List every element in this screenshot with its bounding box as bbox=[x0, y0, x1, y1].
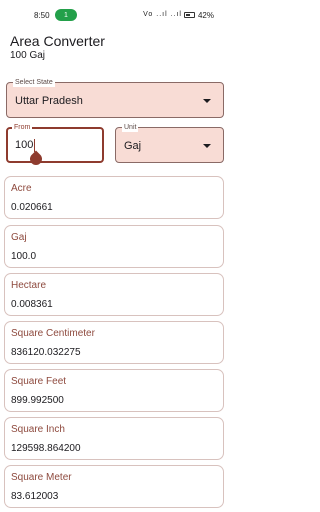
result-card-gaj: Gaj 100.0 bbox=[4, 225, 224, 268]
unit-dropdown[interactable]: Unit Gaj bbox=[115, 123, 224, 163]
status-time: 8:50 bbox=[34, 11, 50, 20]
result-unit: Gaj bbox=[11, 232, 27, 243]
from-input-label: From bbox=[12, 123, 33, 132]
result-unit: Acre bbox=[11, 183, 32, 194]
result-card-hectare: Hectare 0.008361 bbox=[4, 273, 224, 316]
result-unit: Hectare bbox=[11, 280, 47, 291]
result-card-square-inch: Square Inch 129598.864200 bbox=[4, 417, 224, 460]
status-bar: 8:50 1 Vo ..ıl ..ıl 42% bbox=[0, 0, 230, 30]
state-dropdown-value: Uttar Pradesh bbox=[15, 95, 83, 107]
notification-chip: 1 bbox=[55, 9, 77, 21]
result-value: 0.020661 bbox=[11, 202, 53, 213]
result-value: 83.612003 bbox=[11, 491, 59, 502]
result-unit: Square Feet bbox=[11, 376, 67, 387]
result-value: 899.992500 bbox=[11, 395, 64, 406]
unit-dropdown-value: Gaj bbox=[124, 140, 142, 152]
result-value: 100.0 bbox=[11, 251, 37, 262]
signal-icon: Vo ..ıl ..ıl bbox=[143, 11, 182, 18]
result-unit: Square Meter bbox=[11, 472, 72, 483]
battery-level: 42% bbox=[197, 11, 214, 20]
result-card-square-centimeter: Square Centimeter 836120.032275 bbox=[4, 321, 224, 364]
result-value: 836120.032275 bbox=[11, 347, 81, 358]
unit-dropdown-label: Unit bbox=[122, 123, 139, 132]
result-unit: Square Inch bbox=[11, 424, 65, 435]
result-card-acre: Acre 0.020661 bbox=[4, 176, 224, 219]
page-title: Area Converter bbox=[10, 33, 105, 49]
state-dropdown-label: Select State bbox=[13, 78, 55, 87]
result-value: 129598.864200 bbox=[11, 443, 81, 454]
battery-icon bbox=[184, 12, 195, 18]
result-value: 0.008361 bbox=[11, 299, 53, 310]
state-dropdown[interactable]: Select State Uttar Pradesh bbox=[6, 78, 224, 118]
page-subtitle: 100 Gaj bbox=[10, 50, 46, 61]
result-unit: Square Centimeter bbox=[11, 328, 95, 339]
caret-down-icon bbox=[203, 99, 211, 103]
from-input[interactable]: From 100 bbox=[6, 123, 104, 168]
result-card-square-meter: Square Meter 83.612003 bbox=[4, 465, 224, 508]
result-card-square-feet: Square Feet 899.992500 bbox=[4, 369, 224, 412]
cursor-handle[interactable] bbox=[27, 150, 45, 168]
from-input-value: 100 bbox=[15, 139, 34, 151]
caret-down-icon bbox=[203, 144, 211, 148]
